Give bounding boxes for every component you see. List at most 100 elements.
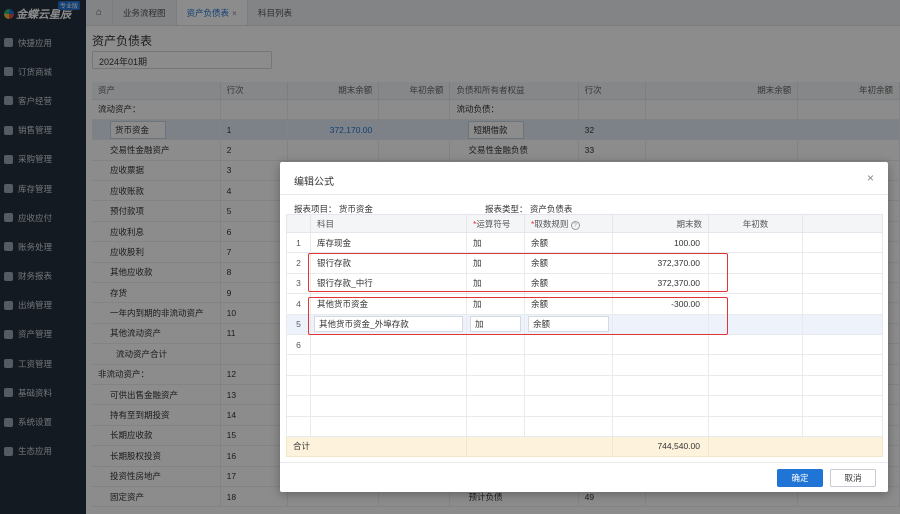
operator-cell-text: 加 [470,316,521,333]
rule-cell[interactable]: 余额 [524,293,613,315]
operator-cell[interactable] [466,333,525,356]
col-subject: 科目 [310,214,467,233]
rule-cell[interactable]: 余额 [524,252,613,274]
total-label: 合计 [286,435,467,457]
confirm-button[interactable]: 确定 [777,469,823,487]
empty-cell [708,415,803,437]
row-index-text: 6 [296,339,301,350]
blank-cell [802,272,883,295]
formula-row[interactable]: 6 [286,333,883,356]
report-item-label: 报表项目： [294,204,337,214]
dialog-title: 编辑公式 [294,177,334,188]
operator-cell[interactable]: 加 [466,313,525,335]
begin-amount-cell [708,293,803,315]
formula-row[interactable]: 3 银行存款_中行 加 余额 372,370.00 [286,272,883,295]
end-amount-cell: 100.00 [612,231,709,254]
rule-cell[interactable]: 余额 [524,272,613,295]
total-end-amount: 744,540.00 [612,435,709,457]
end-amount-cell: -300.00 [612,293,709,315]
empty-row [286,374,883,397]
empty-cell [524,415,613,437]
subject-cell-text: 库存现金 [317,237,352,248]
row-index-text: 5 [296,319,301,330]
subject-cell[interactable]: 库存现金 [310,231,467,254]
subject-cell[interactable]: 银行存款 [310,252,467,274]
formula-row[interactable]: 1 库存现金 加 余额 100.00 [286,231,883,254]
col-rule-label: 取数规则 [534,218,569,229]
end-amount-cell [612,333,709,356]
blank-cell [802,313,883,335]
empty-cell [310,374,467,397]
empty-cell [286,395,311,417]
formula-row[interactable]: 4 其他货币资金 加 余额 -300.00 [286,293,883,315]
begin-amount-cell [708,252,803,274]
empty-cell [466,354,525,376]
end-amount-cell-text: 372,370.00 [657,278,700,289]
empty-cell [708,374,803,397]
begin-amount-cell [708,333,803,356]
blank-cell [802,333,883,356]
row-index-text: 4 [296,298,301,309]
total-row: 合计 744,540.00 [286,435,883,457]
end-amount-cell: 372,370.00 [612,272,709,295]
col-operator-label: 运算符号 [476,218,511,229]
empty-cell [524,354,613,376]
row-index-text: 2 [296,258,301,269]
empty-cell [708,395,803,417]
rule-cell-text: 余额 [528,316,609,333]
empty-cell [802,395,883,417]
report-type-value: 资产负债表 [529,204,573,214]
subject-cell[interactable] [310,333,467,356]
row-index: 5 [286,313,311,335]
empty-cell [524,395,613,417]
col-end-amount: 期末数 [612,214,709,233]
subject-cell-text: 银行存款 [317,258,352,269]
row-index: 4 [286,293,311,315]
dialog-footer: 确定 取消 [280,462,888,492]
rule-cell-text: 余额 [531,298,549,309]
rule-cell[interactable]: 余额 [524,231,613,254]
operator-cell[interactable]: 加 [466,272,525,295]
empty-cell [524,374,613,397]
row-index: 1 [286,231,311,254]
blank-cell [802,231,883,254]
empty-cell [466,374,525,397]
begin-amount-cell [708,272,803,295]
end-amount-cell [612,313,709,335]
help-icon[interactable]: ? [570,220,580,230]
empty-cell [612,395,709,417]
begin-amount-cell [708,231,803,254]
subject-cell[interactable]: 其他货币资金 [310,293,467,315]
col-index [286,214,311,233]
subject-cell[interactable]: 银行存款_中行 [310,272,467,295]
end-amount-cell-text: 100.00 [674,237,700,248]
cancel-button[interactable]: 取消 [830,469,876,487]
operator-cell-text: 加 [473,258,482,269]
end-amount-cell-text: 372,370.00 [657,258,700,269]
operator-cell-text: 加 [473,237,482,248]
empty-cell [310,415,467,437]
empty-cell [466,415,525,437]
operator-cell[interactable]: 加 [466,231,525,254]
empty-cell [612,415,709,437]
row-index-text: 3 [296,278,301,289]
operator-cell[interactable]: 加 [466,293,525,315]
empty-cell [286,374,311,397]
empty-cell [286,415,311,437]
empty-row [286,354,883,376]
operator-cell-text: 加 [473,278,482,289]
rule-cell[interactable] [524,333,613,356]
operator-cell[interactable]: 加 [466,252,525,274]
formula-row[interactable]: 5 其他货币资金_外埠存款加余额 [286,313,883,335]
blank-cell [802,252,883,274]
begin-amount-cell [708,313,803,335]
empty-row [286,415,883,437]
formula-row[interactable]: 2 银行存款 加 余额 372,370.00 [286,252,883,274]
subject-cell-text: 其他货币资金_外埠存款 [314,316,463,333]
close-icon[interactable]: × [867,171,874,185]
empty-cell [802,374,883,397]
row-index: 3 [286,272,311,295]
subject-cell[interactable]: 其他货币资金_外埠存款 [310,313,467,335]
rule-cell[interactable]: 余额 [524,313,613,335]
row-index: 2 [286,252,311,274]
